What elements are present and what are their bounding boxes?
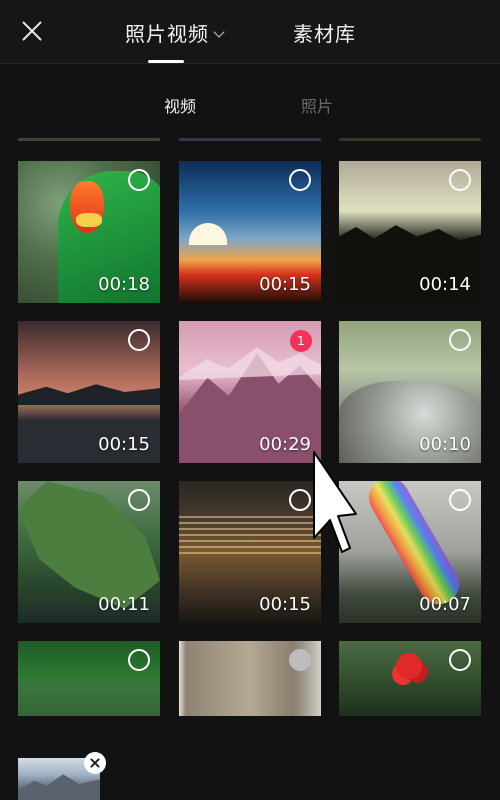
selection-order-badge[interactable]: 1: [290, 330, 312, 352]
thumbnail-art: [18, 681, 160, 716]
video-duration: 00:29: [259, 434, 311, 455]
scrolled-tile-edge: [339, 138, 481, 141]
select-circle-icon[interactable]: [128, 489, 150, 511]
tab-material-library-label: 素材库: [293, 22, 356, 46]
subtab-photos[interactable]: 照片: [301, 93, 333, 117]
tab-material-library[interactable]: 素材库: [293, 18, 356, 47]
video-tile[interactable]: 00:18: [18, 161, 160, 303]
mouse-pointer-icon: [313, 451, 357, 553]
video-duration: 00:11: [98, 594, 150, 615]
top-bar: 照片视频 素材库: [0, 0, 500, 64]
thumbnail-art: [18, 384, 160, 405]
thumbnail-art: [76, 213, 102, 227]
video-tile[interactable]: 00:07: [339, 481, 481, 623]
select-circle-icon[interactable]: [449, 649, 471, 671]
video-duration: 00:15: [259, 594, 311, 615]
chevron-down-icon: [213, 26, 225, 38]
video-tile[interactable]: 00:10: [339, 321, 481, 463]
subtab-videos[interactable]: 视频: [164, 93, 196, 117]
scrolled-tile-edge: [18, 138, 160, 141]
select-circle-icon[interactable]: [289, 169, 311, 191]
remove-icon[interactable]: [84, 752, 106, 774]
video-duration: 00:14: [419, 274, 471, 295]
tab-photos-videos-label: 照片视频: [125, 22, 209, 46]
tab-photos-videos[interactable]: 照片视频: [125, 18, 225, 47]
thumbnail-art: [396, 653, 422, 679]
select-circle-icon[interactable]: [128, 169, 150, 191]
select-circle-icon[interactable]: [128, 649, 150, 671]
close-icon[interactable]: [18, 18, 46, 46]
thumbnail-art: [18, 774, 100, 800]
select-circle-icon[interactable]: [449, 329, 471, 351]
video-duration: 00:18: [98, 274, 150, 295]
active-tab-indicator: [148, 60, 184, 63]
select-circle-icon[interactable]: [289, 649, 311, 671]
video-tile[interactable]: 00:14: [339, 161, 481, 303]
video-tile[interactable]: [339, 641, 481, 716]
thumbnail-art: [179, 516, 321, 556]
video-tile-selected[interactable]: 1 00:29: [179, 321, 321, 463]
video-tile[interactable]: 00:11: [18, 481, 160, 623]
video-tile[interactable]: [18, 641, 160, 716]
video-tile[interactable]: 00:15: [18, 321, 160, 463]
video-duration: 00:10: [419, 434, 471, 455]
video-tile[interactable]: 00:15: [179, 161, 321, 303]
select-circle-icon[interactable]: [449, 489, 471, 511]
select-circle-icon[interactable]: [449, 169, 471, 191]
video-duration: 00:07: [419, 594, 471, 615]
video-tile[interactable]: 00:15: [179, 481, 321, 623]
video-tile[interactable]: [179, 641, 321, 716]
video-duration: 00:15: [259, 274, 311, 295]
scrolled-tile-edge: [179, 138, 321, 141]
select-circle-icon[interactable]: [128, 329, 150, 351]
thumbnail-art: [189, 223, 227, 245]
video-duration: 00:15: [98, 434, 150, 455]
select-circle-icon[interactable]: [289, 489, 311, 511]
